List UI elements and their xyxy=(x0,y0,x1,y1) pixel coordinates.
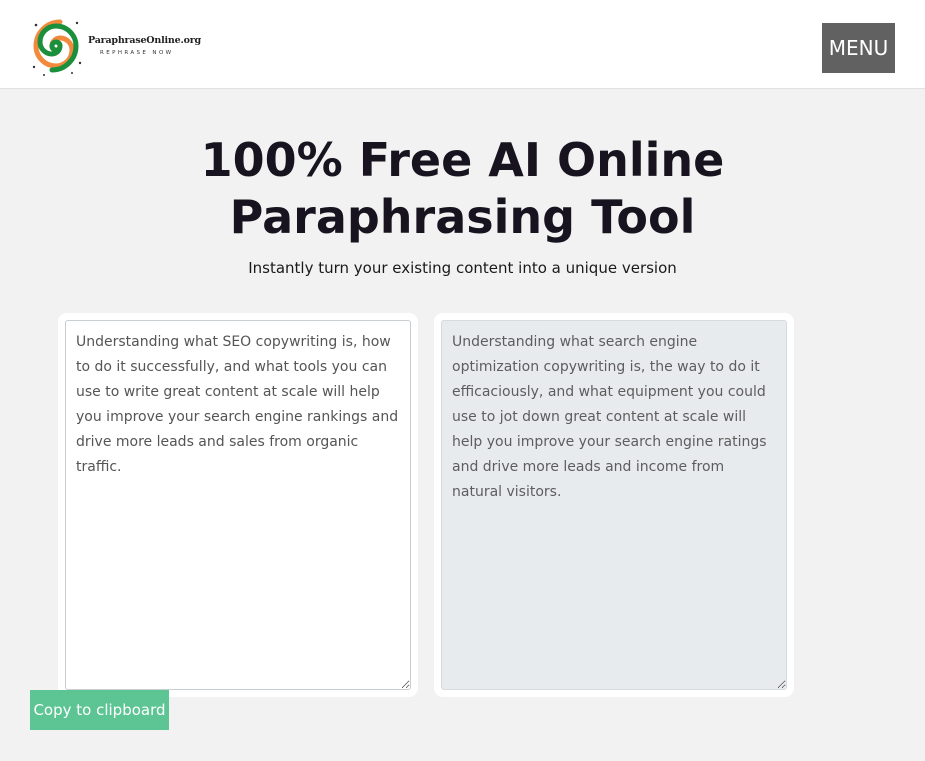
page-subtitle: Instantly turn your existing content int… xyxy=(248,259,677,277)
logo-text: ParaphraseOnline.org REPHRASE NOW xyxy=(88,35,201,56)
site-logo[interactable]: ParaphraseOnline.org REPHRASE NOW xyxy=(28,13,201,79)
menu-button[interactable]: MENU xyxy=(822,23,895,73)
site-header: ParaphraseOnline.org REPHRASE NOW MENU xyxy=(0,0,925,89)
input-textarea[interactable]: Understanding what SEO copywriting is, h… xyxy=(65,320,411,690)
output-panel: Understanding what search engine optimiz… xyxy=(434,313,794,697)
input-panel: Understanding what SEO copywriting is, h… xyxy=(58,313,418,697)
output-textarea[interactable]: Understanding what search engine optimiz… xyxy=(441,320,787,690)
spiral-logo-icon xyxy=(32,19,82,76)
logo-tagline: REPHRASE NOW xyxy=(100,49,174,56)
copy-to-clipboard-button[interactable]: Copy to clipboard xyxy=(30,690,169,730)
logo-name: ParaphraseOnline.org xyxy=(88,34,201,46)
page-title: 100% Free AI Online Paraphrasing Tool xyxy=(200,133,725,244)
